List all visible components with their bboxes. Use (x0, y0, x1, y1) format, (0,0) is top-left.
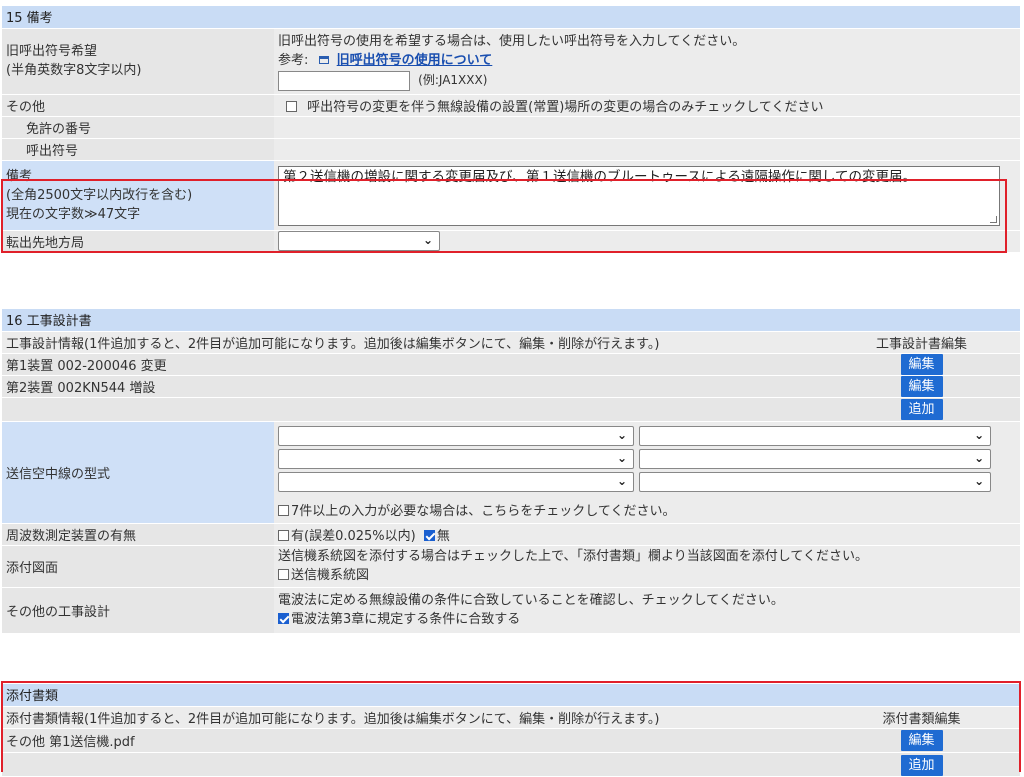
attachments-info-text: 添付書類情報(1件追加すると、2件目が追加可能になります。追加後は編集ボタンにて… (2, 706, 823, 729)
remarks-label: 備考 (6, 168, 33, 184)
design-edit-column-header: 工事設計書編集 (823, 331, 1021, 354)
remarks-textarea[interactable]: 第２送信機の増設に関する変更届及び、第１送信機のブルートゥースによる遠隔操作に関… (278, 166, 1000, 226)
chevron-down-icon: ⌄ (616, 474, 627, 488)
attached-drawing-value-cell: 送信機系統図を添付する場合はチェックした上で、「添付書類」欄より当該図面を添付し… (274, 545, 1021, 588)
section-15-table: 15 備考 旧呼出符号希望 (半角英数字8文字以内) 旧呼出符号の使用を希望する… (2, 6, 1020, 253)
antenna-select-2b[interactable]: ⌄ (639, 449, 992, 469)
license-number-value (274, 116, 1020, 139)
attached-drawing-instruction: 送信機系統図を添付する場合はチェックした上で、「添付書類」欄より当該図面を添付し… (278, 549, 868, 564)
old-callsign-label: 旧呼出符号希望 (6, 44, 98, 59)
old-callsign-instruction: 旧呼出符号の使用を希望する場合は、使用したい呼出符号を入力してください。 (278, 33, 746, 49)
chevron-down-icon: ⌄ (422, 233, 433, 247)
antenna-select-1b[interactable]: ⌄ (639, 426, 992, 446)
old-callsign-usage-link[interactable]: 旧呼出符号の使用について (337, 53, 493, 68)
freq-device-yes-label: 有(誤差0.025%以内) (291, 528, 416, 544)
other-value-cell: 呼出符号の変更を伴う無線設備の設置(常置)場所の変更の場合のみチェックしてくださ… (274, 94, 1020, 117)
add-attachment-row (2, 752, 823, 777)
remarks-limit-label: (全角2500文字以内改行を含む) (6, 187, 193, 203)
edit-device-1-button[interactable]: 編集 (900, 353, 943, 375)
chevron-down-icon: ⌄ (974, 428, 985, 442)
callsign-change-checkbox-label: 呼出符号の変更を伴う無線設備の設置(常置)場所の変更の場合のみチェックしてくださ… (307, 99, 824, 115)
antenna-select-1a[interactable]: ⌄ (278, 426, 634, 446)
antenna-type-value-cell: ⌄ ⌄ ⌄ ⌄ ⌄ ⌄ 7件以上の入力が必要な場合は、こちらをチェックしてくださ… (274, 421, 1021, 524)
add-attachment-button[interactable]: 追加 (900, 754, 943, 776)
transmitter-diagram-checkbox-label: 送信機系統図 (291, 568, 370, 583)
section-header-text: 15 備考 (6, 11, 53, 27)
callsign-change-checkbox[interactable] (286, 100, 297, 112)
freq-device-no-checkbox[interactable] (423, 529, 435, 541)
transfer-bureau-value-cell: ⌄ (274, 230, 1020, 253)
chevron-down-icon: ⌄ (616, 428, 627, 442)
attached-drawing-label: 添付図面 (2, 545, 274, 588)
attachments-edit-column-header: 添付書類編集 (823, 706, 1021, 729)
radio-law-compliance-checkbox-label: 電波法第3章に規定する条件に合致する (291, 612, 521, 627)
chevron-down-icon: ⌄ (974, 474, 985, 488)
transmitter-diagram-checkbox[interactable] (278, 569, 289, 580)
antenna-more-checkbox[interactable] (278, 505, 289, 516)
old-callsign-sublabel: (半角英数字8文字以内) (6, 63, 142, 78)
edit-attachment-1-button[interactable]: 編集 (900, 729, 943, 751)
transfer-bureau-select[interactable]: ⌄ (278, 231, 440, 251)
license-number-label: 免許の番号 (2, 116, 274, 139)
section-15-header: 15 備考 (2, 6, 1020, 29)
device-row-text: 第2装置 002KN544 増設 (2, 375, 823, 398)
remarks-value-cell: 第２送信機の増設に関する変更届及び、第１送信機のブルートゥースによる遠隔操作に関… (274, 160, 1020, 231)
section-header-text: 添付書類 (6, 689, 59, 705)
freq-device-label: 周波数測定装置の有無 (2, 523, 274, 546)
attachments-table: 添付書類 添付書類情報(1件追加すると、2件目が追加可能になります。追加後は編集… (2, 684, 1021, 777)
old-callsign-input[interactable] (278, 70, 410, 91)
reference-prefix: 参考: (278, 52, 309, 68)
antenna-type-label: 送信空中線の型式 (2, 421, 274, 524)
other-design-label: その他の工事設計 (2, 587, 274, 634)
old-callsign-value-cell: 旧呼出符号の使用を希望する場合は、使用したい呼出符号を入力してください。 参考:… (274, 28, 1020, 95)
radio-law-compliance-checkbox[interactable] (278, 613, 289, 624)
remarks-label-cell: 備考 (全角2500文字以内改行を含む) 現在の文字数≫47文字 (2, 160, 274, 231)
attachments-header: 添付書類 (2, 684, 1021, 707)
freq-device-value-cell: 有(誤差0.025%以内) 無 (274, 523, 1021, 546)
antenna-select-2a[interactable]: ⌄ (278, 449, 634, 469)
transfer-bureau-label: 転出先地方局 (2, 230, 274, 253)
freq-device-no-label: 無 (436, 528, 450, 544)
window-link-icon (318, 56, 329, 64)
section-16-table: 16 工事設計書 工事設計情報(1件追加すると、2件目が追加可能になります。追加… (2, 309, 1021, 634)
add-device-row (2, 397, 823, 422)
other-design-value-cell: 電波法に定める無線設備の条件に合致していることを確認し、チェックしてください。 … (274, 587, 1021, 634)
chevron-down-icon: ⌄ (616, 451, 627, 465)
freq-device-yes-checkbox[interactable] (278, 529, 289, 541)
old-callsign-example: (例:JA1XXX) (418, 73, 488, 87)
remarks-char-count: 現在の文字数≫47文字 (6, 206, 141, 222)
device-row-text: 第1装置 002-200046 変更 (2, 353, 823, 376)
other-design-instruction: 電波法に定める無線設備の条件に合致していることを確認し、チェックしてください。 (278, 593, 784, 608)
add-device-button[interactable]: 追加 (900, 398, 943, 420)
attachment-row-text: その他 第1送信機.pdf (2, 728, 823, 753)
antenna-select-3b[interactable]: ⌄ (639, 472, 992, 492)
callsign-label: 呼出符号 (2, 138, 274, 161)
old-callsign-label-cell: 旧呼出符号希望 (半角英数字8文字以内) (2, 28, 274, 95)
edit-device-2-button[interactable]: 編集 (900, 375, 943, 397)
callsign-value (274, 138, 1020, 161)
chevron-down-icon: ⌄ (974, 451, 985, 465)
other-label: その他 (2, 94, 274, 117)
antenna-more-checkbox-label: 7件以上の入力が必要な場合は、こちらをチェックしてください。 (291, 504, 676, 519)
section-16-header: 16 工事設計書 (2, 309, 1021, 332)
design-info-text: 工事設計情報(1件追加すると、2件目が追加可能になります。追加後は編集ボタンにて… (2, 331, 823, 354)
antenna-select-3a[interactable]: ⌄ (278, 472, 634, 492)
section-header-text: 16 工事設計書 (6, 314, 92, 330)
